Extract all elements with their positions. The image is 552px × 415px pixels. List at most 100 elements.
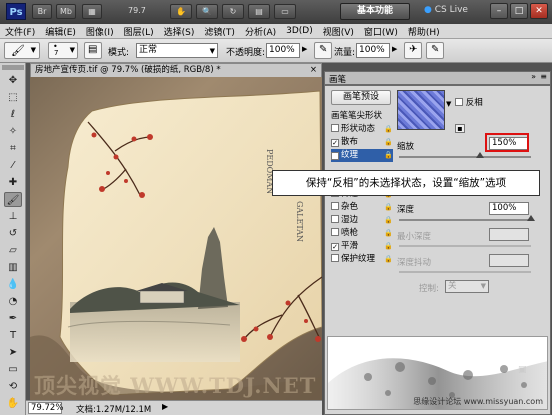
- shape-tool-icon[interactable]: ▭: [4, 362, 22, 377]
- brush-presets-button[interactable]: 画笔预设: [331, 90, 391, 105]
- noise-checkbox[interactable]: [331, 202, 339, 210]
- depth-slider-track[interactable]: [399, 219, 531, 221]
- lock-icon[interactable]: 🔒: [384, 253, 393, 266]
- lock-icon[interactable]: 🔒: [384, 240, 393, 253]
- zoom-level[interactable]: 79.7: [128, 6, 146, 15]
- lasso-tool-icon[interactable]: ℓ: [4, 107, 22, 122]
- lock-icon[interactable]: 🔒: [384, 201, 393, 214]
- dodge-tool-icon[interactable]: ◔: [4, 294, 22, 309]
- marquee-tool-icon[interactable]: ⬚: [4, 90, 22, 105]
- airbrush-button[interactable]: ✈: [404, 42, 422, 59]
- lock-icon[interactable]: 🔒: [384, 227, 393, 240]
- move-tool-icon[interactable]: ✥: [4, 73, 22, 88]
- scattering-item[interactable]: ✓ 散布 🔒: [331, 136, 393, 149]
- wet-edges-checkbox[interactable]: [331, 215, 339, 223]
- brush-tip-shape-item[interactable]: 画笔笔尖形状: [331, 110, 393, 123]
- menu-view[interactable]: 视图(V): [318, 25, 359, 38]
- status-menu-arrow-icon[interactable]: ▶: [162, 402, 168, 411]
- opacity-arrow-icon[interactable]: ▶: [302, 45, 307, 53]
- brush-tool-icon[interactable]: 🖌: [4, 192, 22, 207]
- menu-window[interactable]: 窗口(W): [359, 25, 403, 38]
- menu-edit[interactable]: 编辑(E): [40, 25, 81, 38]
- lock-icon[interactable]: 🔒: [384, 214, 393, 227]
- pattern-picker-arrow-icon[interactable]: ▼: [446, 100, 451, 108]
- flow-arrow-icon[interactable]: ▶: [392, 45, 397, 53]
- quick-selection-tool-icon[interactable]: ✧: [4, 124, 22, 139]
- shape-dynamics-checkbox[interactable]: [331, 124, 339, 132]
- close-tab-icon[interactable]: ×: [310, 64, 317, 77]
- texture-item[interactable]: ✓ 纹理 🔒: [331, 149, 393, 162]
- smoothing-checkbox[interactable]: ✓: [331, 243, 339, 251]
- bridge-button[interactable]: Br: [32, 4, 52, 19]
- history-brush-tool-icon[interactable]: ↺: [4, 226, 22, 241]
- wet-edges-item[interactable]: 湿边 🔒: [331, 214, 393, 227]
- eyedropper-tool-icon[interactable]: ⁄: [4, 158, 22, 173]
- type-tool-icon[interactable]: T: [4, 328, 22, 343]
- airbrush-checkbox[interactable]: [331, 228, 339, 236]
- menu-help[interactable]: 帮助(H): [403, 25, 445, 38]
- hand-tool-icon[interactable]: ✋: [4, 396, 22, 411]
- brush-panel-tab[interactable]: 画笔: [329, 73, 346, 85]
- opacity-input[interactable]: 100%: [266, 43, 300, 58]
- view-extras-button[interactable]: ▦: [82, 4, 102, 19]
- zoom-tool-icon[interactable]: 🔍: [196, 4, 218, 19]
- toggle-brush-panel-button[interactable]: ▤: [84, 42, 102, 59]
- protect-texture-checkbox[interactable]: [331, 254, 339, 262]
- invert-checkbox[interactable]: 反相: [455, 96, 483, 108]
- clone-stamp-tool-icon[interactable]: ⊥: [4, 209, 22, 224]
- protect-texture-item[interactable]: 保护纹理 🔒: [331, 253, 393, 266]
- cs-live-button[interactable]: ● CS Live: [424, 5, 468, 15]
- shape-dynamics-item[interactable]: 形状动态 🔒: [331, 123, 393, 136]
- size-pressure-button[interactable]: ✎: [426, 42, 444, 59]
- flow-input[interactable]: 100%: [356, 43, 390, 58]
- maximize-button[interactable]: □: [510, 3, 528, 19]
- menu-3d[interactable]: 3D(D): [281, 26, 318, 36]
- gradient-tool-icon[interactable]: ▥: [4, 260, 22, 275]
- create-new-brush-icon[interactable]: ▣: [518, 365, 527, 375]
- texture-checkbox[interactable]: ✓: [331, 152, 339, 160]
- noise-item[interactable]: 杂色 🔒: [331, 201, 393, 214]
- lock-icon[interactable]: 🔒: [384, 136, 393, 149]
- depth-input[interactable]: 100%: [489, 202, 529, 215]
- zoom-status-field[interactable]: 79.72%: [28, 402, 63, 414]
- workspace-button[interactable]: 基本功能: [340, 3, 410, 20]
- panel-collapse-icon[interactable]: »: [531, 72, 536, 81]
- tools-panel-grip[interactable]: [2, 65, 24, 70]
- mini-bridge-button[interactable]: Mb: [56, 4, 76, 19]
- opacity-pressure-button[interactable]: ✎: [314, 42, 332, 59]
- document-canvas[interactable]: PEDOMAN GALETAN 顶尖视觉 WWW.TDJ.NET: [30, 77, 322, 400]
- rotate-view-icon[interactable]: ↻: [222, 4, 244, 19]
- blur-tool-icon[interactable]: 💧: [4, 277, 22, 292]
- arrange-documents-icon[interactable]: ▤: [248, 4, 270, 19]
- tool-preset-picker[interactable]: 🖌 ▼: [4, 42, 40, 59]
- close-button[interactable]: ✕: [530, 3, 548, 19]
- path-selection-tool-icon[interactable]: ➤: [4, 345, 22, 360]
- menu-filter[interactable]: 滤镜(T): [199, 25, 240, 38]
- panel-menu-icon[interactable]: ≡: [540, 72, 547, 81]
- menu-file[interactable]: 文件(F): [0, 25, 40, 38]
- screen-mode-icon[interactable]: ▭: [274, 4, 296, 19]
- invert-checkbox-box[interactable]: [455, 98, 463, 106]
- hand-tool-icon[interactable]: ✋: [170, 4, 192, 19]
- lock-icon[interactable]: 🔒: [384, 149, 393, 162]
- pen-tool-icon[interactable]: ✒: [4, 311, 22, 326]
- lock-icon[interactable]: 🔒: [384, 123, 393, 136]
- depth-slider-knob[interactable]: [527, 215, 535, 221]
- smoothing-item[interactable]: ✓ 平滑 🔒: [331, 240, 393, 253]
- scale-slider-knob[interactable]: [476, 152, 484, 158]
- healing-brush-tool-icon[interactable]: ✚: [4, 175, 22, 190]
- airbrush-item[interactable]: 喷枪 🔒: [331, 227, 393, 240]
- menu-image[interactable]: 图像(I): [81, 25, 119, 38]
- menu-analysis[interactable]: 分析(A): [240, 25, 281, 38]
- 3d-rotate-tool-icon[interactable]: ⟲: [4, 379, 22, 394]
- scattering-checkbox[interactable]: ✓: [331, 139, 339, 147]
- new-preset-from-pattern-icon[interactable]: ▪: [455, 124, 465, 133]
- brush-preset-picker[interactable]: • 7 ▼: [48, 42, 78, 59]
- minimize-button[interactable]: –: [490, 3, 508, 19]
- scale-slider-track[interactable]: [399, 156, 531, 158]
- texture-pattern-swatch[interactable]: [397, 90, 445, 130]
- menu-layer[interactable]: 图层(L): [119, 25, 159, 38]
- document-tab[interactable]: 房地产宣传页.tif @ 79.7% (破损的纸, RGB/8) * ×: [30, 63, 322, 77]
- mode-select[interactable]: 正常 ▼: [136, 43, 218, 58]
- menu-select[interactable]: 选择(S): [159, 25, 200, 38]
